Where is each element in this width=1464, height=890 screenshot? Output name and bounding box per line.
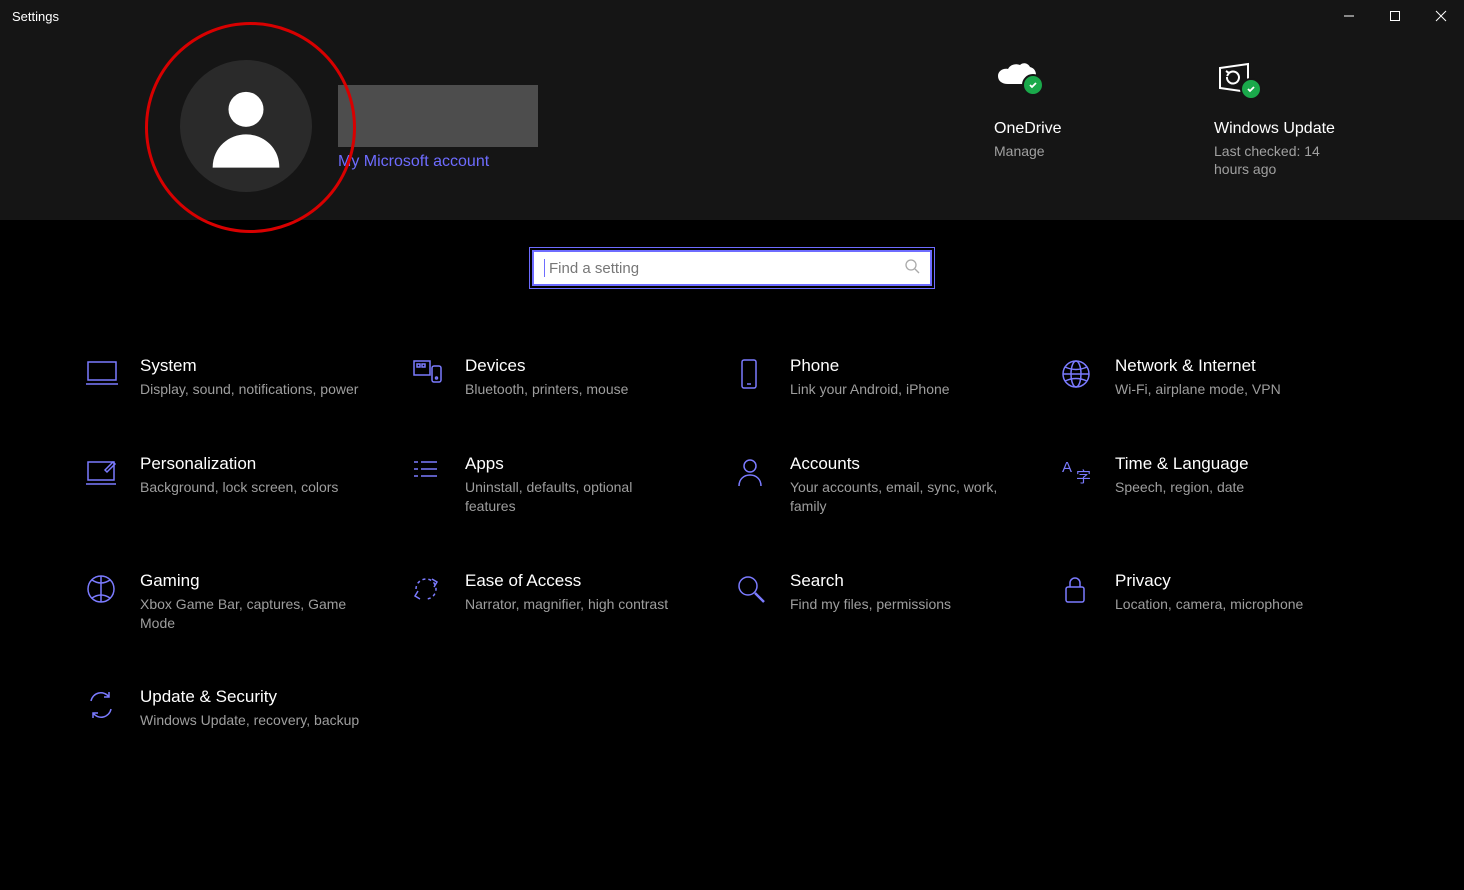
- category-desc: Xbox Game Bar, captures, Game Mode: [140, 595, 360, 633]
- category-desc: Link your Android, iPhone: [790, 380, 950, 399]
- category-search[interactable]: Search Find my files, permissions: [735, 571, 1060, 633]
- category-title: Privacy: [1115, 571, 1303, 591]
- apps-icon: [410, 454, 465, 486]
- profile-section: My Microsoft account: [180, 60, 538, 200]
- profile-info: My Microsoft account: [338, 85, 538, 171]
- microsoft-account-link[interactable]: My Microsoft account: [338, 153, 489, 171]
- check-badge-icon: [1240, 78, 1262, 100]
- category-desc: Wi-Fi, airplane mode, VPN: [1115, 380, 1281, 399]
- text-caret: [544, 259, 545, 277]
- category-desc: Display, sound, notifications, power: [140, 380, 358, 399]
- category-desc: Uninstall, defaults, optional features: [465, 478, 685, 516]
- category-desc: Speech, region, date: [1115, 478, 1249, 497]
- phone-icon: [735, 356, 790, 390]
- main-region: System Display, sound, notifications, pow…: [0, 220, 1464, 730]
- category-update[interactable]: Update & Security Windows Update, recover…: [85, 687, 410, 730]
- category-desc: Your accounts, email, sync, work, family: [790, 478, 1010, 516]
- system-icon: [85, 356, 140, 388]
- category-title: Time & Language: [1115, 454, 1249, 474]
- category-title: Personalization: [140, 454, 338, 474]
- search-box[interactable]: [532, 250, 932, 286]
- category-title: System: [140, 356, 358, 376]
- search-category-icon: [735, 571, 790, 605]
- person-icon: [196, 76, 296, 176]
- onedrive-tile[interactable]: OneDrive Manage: [994, 60, 1134, 178]
- onedrive-title: OneDrive: [994, 120, 1134, 138]
- category-network[interactable]: Network & Internet Wi-Fi, airplane mode, …: [1060, 356, 1385, 399]
- category-gaming[interactable]: Gaming Xbox Game Bar, captures, Game Mode: [85, 571, 410, 633]
- category-system[interactable]: System Display, sound, notifications, pow…: [85, 356, 410, 399]
- svg-text:字: 字: [1076, 469, 1091, 486]
- category-desc: Location, camera, microphone: [1115, 595, 1303, 614]
- accounts-icon: [735, 454, 790, 488]
- windows-update-icon: [1214, 60, 1354, 110]
- search-input[interactable]: [547, 259, 904, 278]
- avatar-wrap: [180, 60, 320, 200]
- time-language-icon: A字: [1060, 454, 1115, 488]
- windows-update-title: Windows Update: [1214, 120, 1354, 138]
- category-title: Devices: [465, 356, 628, 376]
- category-ease[interactable]: Ease of Access Narrator, magnifier, high …: [410, 571, 735, 633]
- window-title: Settings: [12, 9, 59, 24]
- category-time[interactable]: A字 Time & Language Speech, region, date: [1060, 454, 1385, 516]
- personalization-icon: [85, 454, 140, 486]
- category-desc: Bluetooth, printers, mouse: [465, 380, 628, 399]
- avatar[interactable]: [180, 60, 312, 192]
- close-button[interactable]: [1418, 0, 1464, 32]
- window-buttons: [1326, 0, 1464, 32]
- maximize-button[interactable]: [1372, 0, 1418, 32]
- gaming-icon: [85, 571, 140, 605]
- windows-update-tile[interactable]: Windows Update Last checked: 14 hours ag…: [1214, 60, 1354, 178]
- category-phone[interactable]: Phone Link your Android, iPhone: [735, 356, 1060, 399]
- category-title: Ease of Access: [465, 571, 668, 591]
- category-accounts[interactable]: Accounts Your accounts, email, sync, work…: [735, 454, 1060, 516]
- header-region: Settings My Microsoft account OneDrive M…: [0, 0, 1464, 220]
- update-security-icon: [85, 687, 140, 721]
- category-title: Update & Security: [140, 687, 359, 707]
- titlebar: Settings: [0, 0, 1464, 32]
- category-title: Accounts: [790, 454, 1010, 474]
- category-title: Phone: [790, 356, 950, 376]
- ease-of-access-icon: [410, 571, 465, 605]
- category-desc: Windows Update, recovery, backup: [140, 711, 359, 730]
- profile-name-redacted: [338, 85, 538, 147]
- windows-update-subtitle: Last checked: 14 hours ago: [1214, 142, 1354, 178]
- category-title: Gaming: [140, 571, 360, 591]
- category-devices[interactable]: Devices Bluetooth, printers, mouse: [410, 356, 735, 399]
- category-apps[interactable]: Apps Uninstall, defaults, optional featur…: [410, 454, 735, 516]
- search-icon: [904, 258, 920, 279]
- onedrive-subtitle: Manage: [994, 142, 1134, 160]
- category-desc: Background, lock screen, colors: [140, 478, 338, 497]
- onedrive-icon: [994, 60, 1134, 110]
- lock-icon: [1060, 571, 1115, 605]
- globe-icon: [1060, 356, 1115, 390]
- category-desc: Find my files, permissions: [790, 595, 951, 614]
- categories-grid: System Display, sound, notifications, pow…: [0, 356, 1464, 730]
- category-desc: Narrator, magnifier, high contrast: [465, 595, 668, 614]
- status-row: OneDrive Manage Windows Update Last chec…: [994, 60, 1354, 178]
- category-personalization[interactable]: Personalization Background, lock screen, …: [85, 454, 410, 516]
- svg-text:A: A: [1062, 459, 1072, 476]
- search-wrap: [0, 250, 1464, 286]
- category-title: Network & Internet: [1115, 356, 1281, 376]
- category-title: Apps: [465, 454, 685, 474]
- category-title: Search: [790, 571, 951, 591]
- minimize-button[interactable]: [1326, 0, 1372, 32]
- category-privacy[interactable]: Privacy Location, camera, microphone: [1060, 571, 1385, 633]
- check-badge-icon: [1022, 74, 1044, 96]
- devices-icon: [410, 356, 465, 388]
